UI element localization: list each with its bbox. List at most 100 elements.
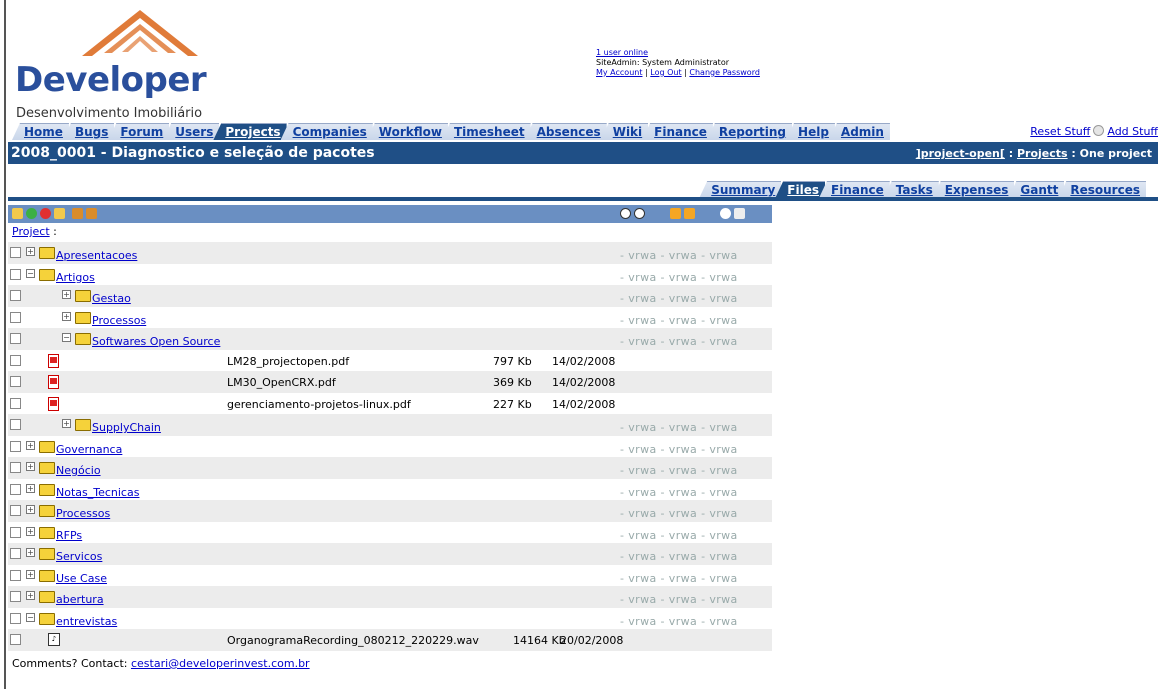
nav-tab-wiki[interactable]: Wiki	[600, 123, 649, 140]
folder-link[interactable]: Gestao	[92, 292, 131, 305]
folder-icon	[39, 569, 55, 582]
nav-tab-absences[interactable]: Absences	[524, 123, 607, 140]
users-online-link[interactable]: 1 user online	[596, 48, 648, 57]
row-checkbox[interactable]	[10, 612, 21, 624]
project-root-link[interactable]: Project	[12, 225, 50, 238]
expand-icon[interactable]: +	[26, 526, 35, 536]
row-checkbox[interactable]	[10, 268, 21, 280]
reset-stuff-link[interactable]: Reset Stuff	[1030, 125, 1090, 138]
folder-icon	[39, 612, 55, 625]
folder-link[interactable]: Notas_Tecnicas	[56, 486, 139, 499]
nav-tab-admin[interactable]: Admin	[828, 123, 890, 140]
row-checkbox[interactable]	[10, 505, 21, 516]
folder-link[interactable]: abertura	[56, 593, 104, 606]
subtab-resources[interactable]: Resources	[1058, 181, 1146, 198]
logo-tagline: Desenvolvimento Imobiliário	[16, 106, 203, 121]
folder-link[interactable]: Apresentacoes	[56, 249, 137, 262]
breadcrumb-projects[interactable]: Projects	[1017, 147, 1068, 160]
row-checkbox[interactable]	[10, 634, 21, 645]
nav-tab-bugs[interactable]: Bugs	[62, 123, 115, 140]
upload-icon[interactable]	[54, 208, 65, 219]
nav-tab-users[interactable]: Users	[163, 123, 220, 140]
row-checkbox[interactable]	[10, 462, 21, 473]
new-folder-icon[interactable]	[12, 208, 23, 219]
file-name[interactable]: OrganogramaRecording_080212_220229.wav	[227, 634, 479, 647]
audio-file-icon[interactable]: ♪	[48, 633, 60, 646]
expand-icon[interactable]: +	[26, 462, 35, 471]
row-checkbox[interactable]	[10, 483, 21, 495]
subtab-expenses[interactable]: Expenses	[932, 181, 1015, 198]
add-stuff-link[interactable]: Add Stuff	[1107, 125, 1158, 138]
file-row: − Artigos - vrwa - vrwa - vrwa	[8, 264, 772, 286]
folder-link[interactable]: SupplyChain	[92, 421, 161, 434]
expand-icon[interactable]: +	[26, 548, 35, 557]
row-checkbox[interactable]	[10, 247, 21, 258]
expand-icon[interactable]: +	[26, 440, 35, 450]
expand-icon[interactable]: +	[26, 247, 35, 256]
delete-icon[interactable]	[40, 208, 51, 219]
expand-icon[interactable]: +	[26, 505, 35, 514]
expand-icon[interactable]: +	[62, 419, 71, 428]
nav-tab-finance[interactable]: Finance	[642, 123, 713, 140]
permissions-icon[interactable]	[72, 208, 83, 219]
expand-icon[interactable]: +	[62, 290, 71, 299]
folder-link[interactable]: Processos	[56, 507, 110, 520]
row-checkbox[interactable]	[10, 591, 21, 602]
expand-icon[interactable]: +	[62, 311, 71, 321]
subtab-tasks[interactable]: Tasks	[883, 181, 939, 198]
expand-icon[interactable]: +	[26, 483, 35, 493]
folder-link[interactable]: Servicos	[56, 550, 102, 563]
expand-icon[interactable]: +	[26, 569, 35, 579]
folder-link[interactable]: Governanca	[56, 443, 122, 456]
pdf-file-icon[interactable]	[48, 375, 59, 389]
change-password-link[interactable]: Change Password	[689, 68, 760, 77]
add-icon[interactable]	[26, 208, 37, 219]
row-checkbox[interactable]	[10, 311, 21, 323]
pdf-file-icon[interactable]	[48, 396, 59, 411]
nav-tab-help[interactable]: Help	[786, 123, 835, 140]
row-checkbox[interactable]	[10, 290, 21, 301]
folder-link[interactable]: Processos	[92, 314, 146, 327]
permissions-label: - vrwa - vrwa - vrwa	[620, 571, 738, 585]
log-out-link[interactable]: Log Out	[650, 68, 681, 77]
zip-icon[interactable]	[86, 208, 97, 219]
row-checkbox[interactable]	[10, 397, 21, 409]
pdf-file-icon[interactable]	[48, 353, 59, 368]
folder-link[interactable]: entrevistas	[56, 615, 117, 628]
contact-email-link[interactable]: cestari@developerinvest.com.br	[131, 657, 310, 670]
file-date: 14/02/2008	[552, 376, 616, 389]
nav-tab-home[interactable]: Home	[12, 123, 69, 140]
nav-tab-forum[interactable]: Forum	[108, 123, 170, 140]
subtab-files[interactable]: Files	[775, 181, 825, 198]
expand-icon[interactable]: +	[26, 591, 35, 600]
row-checkbox[interactable]	[10, 419, 21, 430]
nav-tab-reporting[interactable]: Reporting	[706, 123, 793, 140]
folder-link[interactable]: Use Case	[56, 572, 107, 585]
row-checkbox[interactable]	[10, 569, 21, 581]
nav-tab-workflow[interactable]: Workflow	[366, 123, 448, 140]
file-name[interactable]: gerenciamento-projetos-linux.pdf	[227, 398, 411, 411]
breadcrumb-home[interactable]: ]project-open[	[916, 147, 1005, 160]
nav-tab-timesheet[interactable]: Timesheet	[441, 123, 531, 140]
row-checkbox[interactable]	[10, 526, 21, 538]
row-checkbox[interactable]	[10, 333, 21, 344]
file-name[interactable]: LM28_projectopen.pdf	[227, 355, 349, 368]
row-checkbox[interactable]	[10, 354, 21, 366]
row-checkbox[interactable]	[10, 376, 21, 387]
subtab-summary[interactable]: Summary	[699, 181, 782, 198]
collapse-icon[interactable]: −	[62, 333, 71, 342]
row-checkbox[interactable]	[10, 548, 21, 559]
collapse-icon[interactable]: −	[26, 268, 35, 278]
folder-link[interactable]: Negócio	[56, 464, 101, 477]
collapse-icon[interactable]: −	[26, 612, 35, 622]
folder-link[interactable]: RFPs	[56, 529, 82, 542]
folder-link[interactable]: Artigos	[56, 271, 95, 284]
nav-tab-companies[interactable]: Companies	[280, 123, 373, 140]
subtab-finance[interactable]: Finance	[819, 181, 890, 198]
my-account-link[interactable]: My Account	[596, 68, 642, 77]
folder-link[interactable]: Softwares Open Source	[92, 335, 220, 348]
file-name[interactable]: LM30_OpenCRX.pdf	[227, 376, 336, 389]
subtab-gantt[interactable]: Gantt	[1008, 181, 1065, 198]
row-checkbox[interactable]	[10, 440, 21, 452]
nav-tab-projects[interactable]: Projects	[213, 123, 287, 140]
